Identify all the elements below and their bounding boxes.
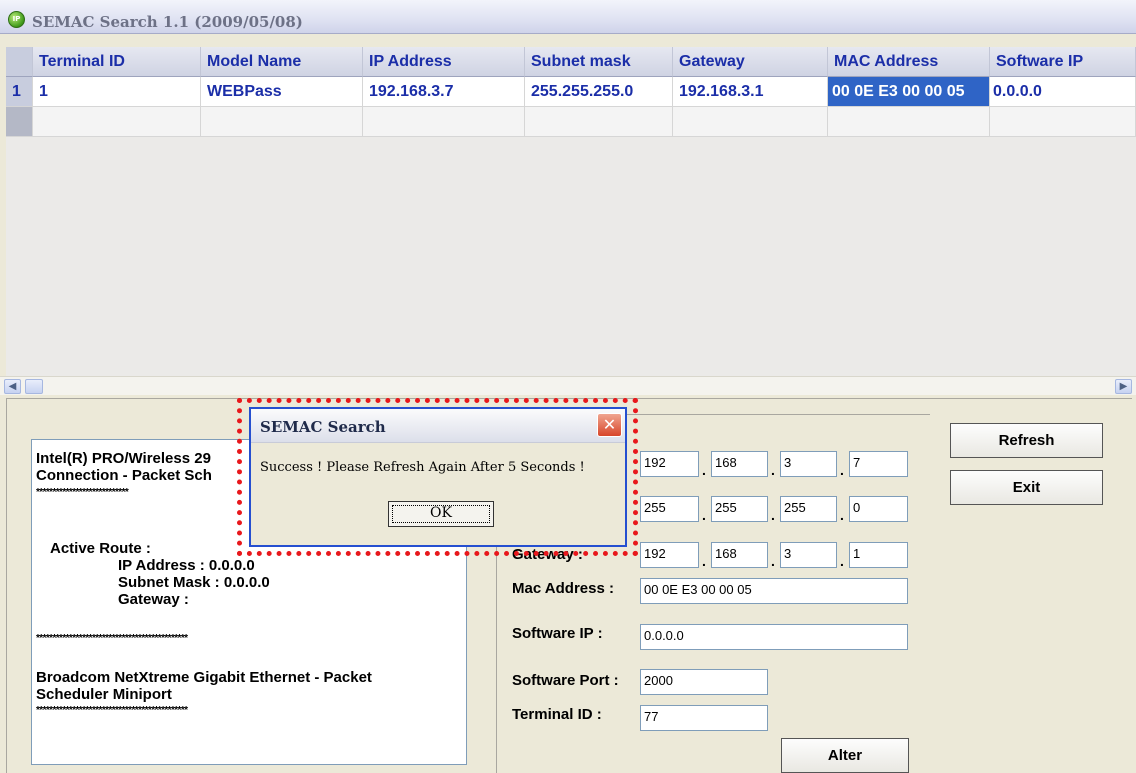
octet-separator: . — [771, 507, 775, 523]
scroll-right-icon[interactable]: ▶ — [1115, 379, 1132, 394]
octet-separator: . — [840, 507, 844, 523]
ip-octet-2-field[interactable]: 168 — [711, 451, 768, 477]
cell-subnet-mask[interactable]: 255.255.255.0 — [525, 77, 673, 107]
dialog-title-bar[interactable]: SEMAC Search ✕ — [251, 409, 625, 443]
row-index-cell-blank[interactable] — [6, 107, 33, 137]
mac-address-label: Mac Address : — [512, 580, 614, 597]
gateway-octet-4-field[interactable]: 1 — [849, 542, 908, 568]
subnet-octet-1-field[interactable]: 255 — [640, 496, 699, 522]
empty-cell[interactable] — [363, 107, 525, 137]
log-line: IP Address : 0.0.0.0 — [118, 557, 255, 574]
empty-cell[interactable] — [33, 107, 201, 137]
ip-octet-3-field[interactable]: 3 — [780, 451, 837, 477]
table-row[interactable]: 1 1 WEBPass 192.168.3.7 255.255.255.0 19… — [6, 77, 1136, 107]
ok-button[interactable]: OK — [388, 501, 494, 527]
octet-separator: . — [771, 462, 775, 478]
log-line: Gateway : — [118, 591, 189, 608]
cell-terminal-id[interactable]: 1 — [33, 77, 201, 107]
ip-octet-1-field[interactable]: 192 — [640, 451, 699, 477]
octet-separator: . — [702, 462, 706, 478]
software-port-label: Software Port : — [512, 672, 619, 689]
empty-cell[interactable] — [525, 107, 673, 137]
table-row-empty[interactable] — [6, 107, 1136, 137]
app-ip-icon: IP — [8, 11, 25, 28]
log-separator: ****************************************… — [36, 633, 188, 644]
octet-separator: . — [771, 553, 775, 569]
column-header-software-ip[interactable]: Software IP — [990, 47, 1136, 77]
grid-corner-cell — [6, 47, 33, 77]
results-grid[interactable]: Terminal ID Model Name IP Address Subnet… — [6, 47, 1136, 376]
window-title-bar[interactable]: IP SEMAC Search 1.1 (2009/05/08) — [0, 0, 1136, 34]
column-header-subnet-mask[interactable]: Subnet mask — [525, 47, 673, 77]
octet-separator: . — [702, 553, 706, 569]
gateway-octet-2-field[interactable]: 168 — [711, 542, 768, 568]
subnet-octet-3-field[interactable]: 255 — [780, 496, 837, 522]
mac-address-field[interactable]: 00 0E E3 00 00 05 — [640, 578, 908, 604]
ip-octet-4-field[interactable]: 7 — [849, 451, 908, 477]
cell-gateway[interactable]: 192.168.3.1 — [673, 77, 828, 107]
column-header-model-name[interactable]: Model Name — [201, 47, 363, 77]
log-line: Scheduler Miniport — [36, 686, 172, 703]
log-line: Connection - Packet Sch — [36, 467, 212, 484]
exit-button[interactable]: Exit — [950, 470, 1103, 505]
column-header-terminal-id[interactable]: Terminal ID — [33, 47, 201, 77]
close-icon[interactable]: ✕ — [597, 413, 622, 437]
cell-ip-address[interactable]: 192.168.3.7 — [363, 77, 525, 107]
software-port-field[interactable]: 2000 — [640, 669, 768, 695]
terminal-id-label: Terminal ID : — [512, 706, 602, 723]
software-ip-field[interactable]: 0.0.0.0 — [640, 624, 908, 650]
empty-cell[interactable] — [990, 107, 1136, 137]
dialog-message: Success ! Please Refresh Again After 5 S… — [260, 460, 585, 475]
software-ip-label: Software IP : — [512, 625, 603, 642]
octet-separator: . — [702, 507, 706, 523]
dialog-title: SEMAC Search — [260, 418, 386, 436]
octet-separator: . — [840, 553, 844, 569]
octet-separator: . — [840, 462, 844, 478]
refresh-button[interactable]: Refresh — [950, 423, 1103, 458]
focus-rectangle — [392, 505, 490, 523]
grid-header-row: Terminal ID Model Name IP Address Subnet… — [6, 47, 1136, 77]
cell-mac-address-selected[interactable]: 00 0E E3 00 00 05 — [828, 77, 990, 107]
log-line: Active Route : — [50, 540, 151, 557]
scroll-left-icon[interactable]: ◀ — [4, 379, 21, 394]
subnet-octet-4-field[interactable]: 0 — [849, 496, 908, 522]
log-line: Broadcom NetXtreme Gigabit Ethernet - Pa… — [36, 669, 372, 686]
row-index-cell[interactable]: 1 — [6, 77, 33, 107]
log-line: Intel(R) PRO/Wireless 29 — [36, 450, 211, 467]
empty-cell[interactable] — [828, 107, 990, 137]
subnet-octet-2-field[interactable]: 255 — [711, 496, 768, 522]
gateway-octet-3-field[interactable]: 3 — [780, 542, 837, 568]
window-title: SEMAC Search 1.1 (2009/05/08) — [32, 13, 303, 31]
cell-software-ip[interactable]: 0.0.0.0 — [990, 77, 1136, 107]
column-header-ip-address[interactable]: IP Address — [363, 47, 525, 77]
log-separator: ****************************************… — [36, 705, 188, 716]
terminal-id-field[interactable]: 77 — [640, 705, 768, 731]
grid-horizontal-scrollbar[interactable]: ◀ ▶ — [0, 376, 1136, 395]
scroll-thumb[interactable] — [25, 379, 43, 394]
alter-button[interactable]: Alter — [781, 738, 909, 773]
gateway-octet-1-field[interactable]: 192 — [640, 542, 699, 568]
log-separator: **************************** — [36, 487, 129, 498]
empty-cell[interactable] — [201, 107, 363, 137]
log-line: Subnet Mask : 0.0.0.0 — [118, 574, 270, 591]
column-header-gateway[interactable]: Gateway — [673, 47, 828, 77]
cell-model-name[interactable]: WEBPass — [201, 77, 363, 107]
empty-cell[interactable] — [673, 107, 828, 137]
message-dialog[interactable]: SEMAC Search ✕ Success ! Please Refresh … — [249, 407, 627, 547]
column-header-mac-address[interactable]: MAC Address — [828, 47, 990, 77]
